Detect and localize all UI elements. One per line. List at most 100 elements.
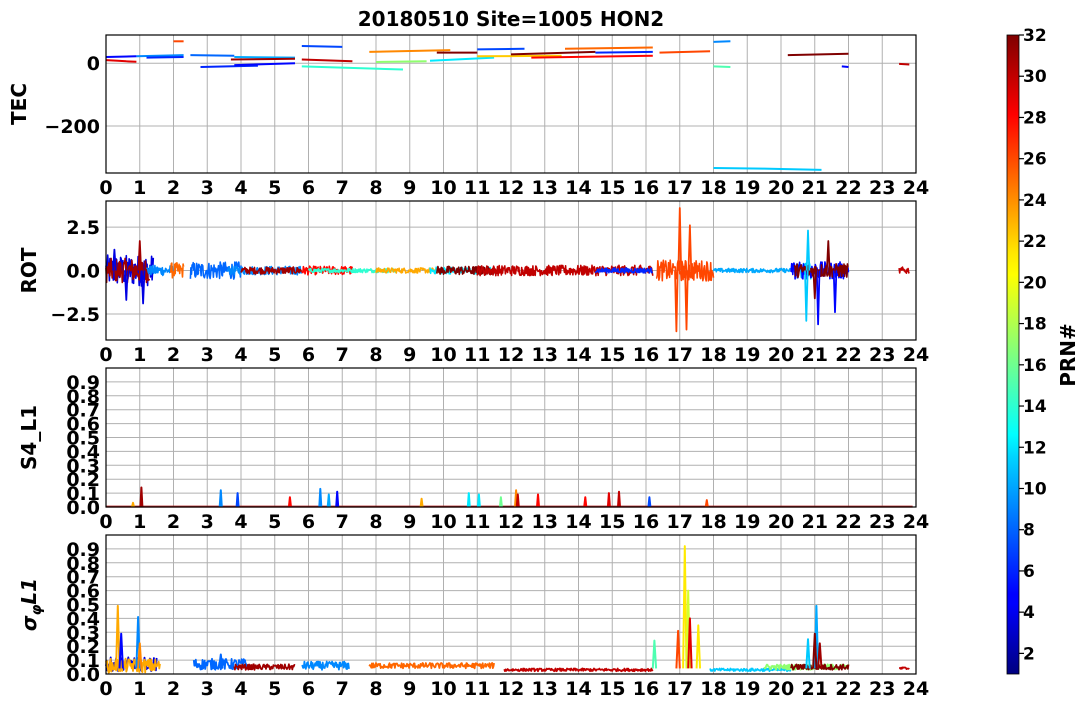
spike-prn-28	[583, 496, 588, 508]
x-tick-label: 5	[268, 344, 281, 366]
x-tick-label: 14	[565, 177, 591, 199]
series-prn-22	[477, 54, 562, 58]
y-tick-label: 0.0	[66, 261, 100, 283]
x-tick-label: 9	[403, 344, 416, 366]
colorbar-tick-label: 10	[1023, 479, 1047, 499]
spike-prn-31	[139, 486, 144, 508]
x-tick-label: 1	[133, 511, 146, 533]
x-tick-label: 1	[133, 344, 146, 366]
x-tick-label: 8	[369, 511, 382, 533]
series-prn-7	[477, 47, 525, 51]
y-tick-label: 0.9	[66, 372, 100, 394]
panel-4: 0 1 2 3 4 5 6 7 8 9 10 11 12 13 14 15 16 17 18 19 20 21 22 23 24…	[17, 534, 929, 700]
x-tick-label: 7	[336, 177, 349, 199]
x-tick-label: 22	[835, 678, 861, 700]
x-tick-label: 1	[133, 678, 146, 700]
x-tick-label: 16	[633, 678, 659, 700]
y-tick-labels: 0.00.10.20.30.40.50.60.70.80.9	[66, 539, 100, 686]
x-tick-label: 19	[734, 344, 760, 366]
spike-prn-30	[515, 493, 520, 508]
x-tick-label: 0	[99, 511, 112, 533]
colorbar-tick-label: 8	[1023, 521, 1035, 541]
series-prn-6	[595, 50, 653, 54]
x-tick-labels: 0 1 2 3 4 5 6 7 8 9 10 11 12 13 14 15 16 17 18 19 20 21 22 23 24	[99, 177, 929, 199]
figure-title: 20180510 Site=1005 HON2	[358, 7, 664, 31]
x-tick-label: 23	[869, 511, 895, 533]
x-tick-labels: 0 1 2 3 4 5 6 7 8 9 10 11 12 13 14 15 16 17 18 19 20 21 22 23 24	[99, 344, 929, 366]
x-tick-label: 21	[802, 511, 828, 533]
colorbar-tick-label: 20	[1023, 273, 1047, 293]
colorbar-tick-label: 14	[1023, 397, 1047, 417]
x-tick-label: 12	[498, 344, 524, 366]
colorbar-ticks: 2468101214161820222426283032	[1019, 26, 1047, 664]
x-tick-label: 15	[599, 678, 625, 700]
x-tick-label: 2	[167, 344, 180, 366]
spike-prn-28	[287, 496, 292, 508]
x-tick-label: 14	[565, 344, 591, 366]
x-tick-label: 21	[802, 344, 828, 366]
x-tick-label: 0	[99, 344, 112, 366]
colorbar-tick-label: 30	[1023, 67, 1047, 87]
spike-prn-29	[606, 492, 611, 508]
series-prn-26	[659, 50, 711, 54]
spike-prn-23	[131, 501, 135, 508]
x-tick-label: 6	[302, 177, 315, 199]
x-tick-label: 4	[234, 344, 247, 366]
series-prn-5	[841, 65, 849, 68]
spike-prn-12	[476, 493, 481, 508]
panel-3: 0 1 2 3 4 5 6 7 8 9 10 11 12 13 14 15 16 17 18 19 20 21 22 23 24…	[17, 367, 929, 533]
colorbar: 2468101214161820222426283032 PRN#	[1006, 26, 1080, 675]
x-tick-label: 6	[302, 344, 315, 366]
y-tick-label: −200	[44, 116, 100, 138]
x-tick-label: 7	[336, 678, 349, 700]
x-tick-label: 10	[430, 678, 456, 700]
x-tick-label: 13	[532, 511, 558, 533]
x-tick-label: 2	[167, 177, 180, 199]
spike-prn-30	[617, 490, 621, 508]
x-tick-label: 10	[430, 511, 456, 533]
y-axis-label: σφL1	[17, 578, 45, 631]
sigma-glyph: σ	[17, 615, 41, 631]
x-tick-label: 14	[565, 678, 591, 700]
x-tick-label: 0	[99, 177, 112, 199]
x-tick-label: 11	[464, 511, 490, 533]
colorbar-gradient	[1006, 34, 1020, 675]
spike-prn-9	[318, 487, 323, 508]
x-tick-label: 10	[430, 344, 456, 366]
y-axis-label: ROT	[17, 247, 41, 293]
x-tick-label: 12	[498, 177, 524, 199]
spike-prn-9	[218, 489, 223, 508]
y-tick-label: 0	[87, 53, 100, 75]
x-tick-label: 20	[768, 678, 794, 700]
x-tick-label: 6	[302, 511, 315, 533]
x-tick-label: 17	[667, 177, 693, 199]
x-tick-label: 16	[633, 177, 659, 199]
spike-prn-23	[419, 497, 424, 508]
spike-prn-10	[326, 493, 331, 508]
x-tick-label: 15	[599, 511, 625, 533]
x-tick-label: 4	[234, 511, 247, 533]
x-tick-label: 21	[802, 177, 828, 199]
series-prn-15	[713, 65, 731, 68]
y-tick-label: 2.5	[66, 217, 100, 239]
x-tick-label: 15	[599, 177, 625, 199]
colorbar-tick-label: 2	[1023, 644, 1035, 664]
colorbar-tick-label: 6	[1023, 562, 1035, 582]
x-tick-label: 3	[201, 511, 214, 533]
x-tick-label: 19	[734, 177, 760, 199]
x-tick-label: 8	[369, 177, 382, 199]
x-tick-labels: 0 1 2 3 4 5 6 7 8 9 10 11 12 13 14 15 16 17 18 19 20 21 22 23 24	[99, 678, 929, 700]
x-tick-label: 18	[700, 678, 726, 700]
x-tick-label: 9	[403, 511, 416, 533]
x-tick-label: 20	[768, 511, 794, 533]
series-prn-30	[899, 62, 910, 66]
x-tick-label: 17	[667, 678, 693, 700]
x-tick-label: 5	[268, 177, 281, 199]
y-tick-labels: 0 −200	[44, 53, 100, 138]
y-axis-label: S4_L1	[17, 405, 41, 470]
x-tick-label: 7	[336, 344, 349, 366]
x-tick-label: 13	[532, 678, 558, 700]
x-tick-label: 22	[835, 344, 861, 366]
colorbar-label: PRN#	[1056, 323, 1080, 387]
x-tick-label: 23	[869, 678, 895, 700]
